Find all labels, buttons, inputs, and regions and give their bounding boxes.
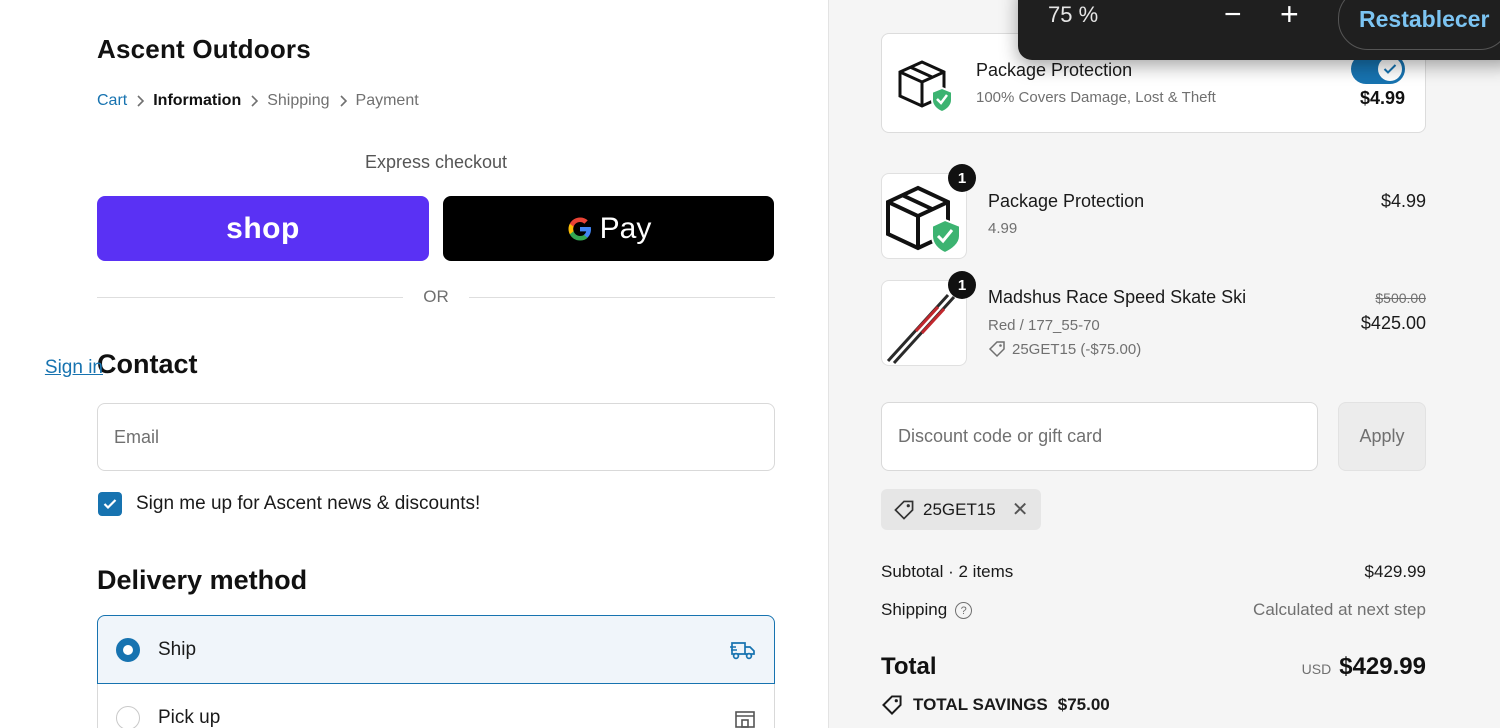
line-item-name: Madshus Race Speed Skate Ski	[988, 287, 1247, 307]
chevron-right-icon	[330, 95, 356, 107]
total-currency: USD	[1301, 661, 1332, 677]
checkmark-icon	[1383, 64, 1397, 74]
subtotal-row: Subtotal · 2 items $429.99	[881, 562, 1426, 582]
breadcrumb-information: Information	[153, 92, 242, 109]
zoom-level: 75 %	[1048, 2, 1099, 27]
help-icon[interactable]: ?	[955, 602, 973, 620]
checkmark-icon	[103, 499, 117, 510]
quantity-badge: 1	[948, 271, 976, 299]
total-label: Total	[881, 653, 937, 680]
line-item: 1 Madshus Race Speed Skate Ski Red / 177…	[881, 271, 1426, 368]
shipping-row: Shipping? Calculated at next step	[881, 600, 1426, 620]
line-item-name: Package Protection	[988, 191, 1145, 211]
subtotal-label: Subtotal · 2 items	[881, 562, 1014, 581]
tag-icon	[988, 341, 1005, 358]
email-field[interactable]	[97, 403, 775, 471]
breadcrumb: Cart Information Shipping Payment	[97, 92, 419, 110]
remove-discount-icon[interactable]: ✕	[1012, 497, 1029, 522]
subtotal-value: $429.99	[1364, 562, 1426, 581]
product-thumbnail: 1	[881, 271, 976, 366]
zoom-in-button[interactable]: +	[1280, 0, 1299, 33]
shop-pay-logo: shop	[226, 211, 300, 245]
line-item-original-price: $500.00	[1375, 290, 1426, 306]
shipping-label-wrap: Shipping?	[881, 600, 973, 620]
package-shield-icon	[892, 52, 956, 116]
applied-discount-chip: 25GET15 ✕	[881, 489, 1041, 530]
discount-code-input[interactable]	[881, 402, 1318, 471]
divider-line	[468, 296, 775, 298]
total-row: Total USD $429.99	[881, 653, 1426, 681]
divider-line	[97, 296, 404, 298]
order-summary-panel: Package Protection 100% Covers Damage, L…	[828, 0, 1500, 728]
pickup-label: Pick up	[158, 707, 221, 728]
total-amount: USD $429.99	[1302, 653, 1426, 681]
shop-pay-button[interactable]: shop	[97, 196, 429, 261]
newsletter-label: Sign me up for Ascent news & discounts!	[136, 493, 481, 514]
line-item: 1 Package Protection 4.99 $4.99	[881, 164, 1426, 261]
truck-icon	[730, 641, 755, 659]
chevron-right-icon	[241, 95, 267, 107]
newsletter-option[interactable]: Sign me up for Ascent news & discounts!	[98, 492, 480, 516]
delivery-option-pickup[interactable]: Pick up	[97, 684, 775, 728]
chevron-right-icon	[127, 95, 153, 107]
savings-value: $75.00	[1057, 695, 1110, 714]
tag-icon	[894, 500, 914, 520]
checkout-form-panel: Ascent Outdoors Cart Information Shippin…	[0, 0, 828, 728]
google-g-icon	[568, 217, 591, 240]
line-item-variant: Red / 177_55-70	[988, 317, 1100, 334]
google-pay-button[interactable]: Pay	[443, 196, 774, 261]
applied-discount-code: 25GET15	[923, 499, 996, 519]
tag-icon	[882, 695, 902, 715]
zoom-reset-button[interactable]: Restablecer	[1338, 0, 1500, 50]
delivery-option-ship[interactable]: Ship	[97, 615, 775, 684]
line-item-price: $425.00	[1360, 313, 1426, 333]
toggle-knob	[1378, 57, 1402, 81]
google-pay-label: Pay	[599, 211, 652, 245]
ship-label: Ship	[158, 638, 197, 660]
browser-zoom-popup: 75 % − + Restablecer	[1018, 0, 1500, 60]
savings-label: TOTAL SAVINGS	[913, 695, 1048, 714]
breadcrumb-payment: Payment	[355, 92, 419, 109]
or-label: OR	[423, 287, 449, 306]
line-item-variant: 4.99	[988, 220, 1018, 237]
quantity-badge: 1	[948, 164, 976, 192]
or-divider: OR	[97, 287, 775, 307]
protection-price: $4.99	[1359, 88, 1405, 108]
line-item-discount-text: 25GET15 (-$75.00)	[1012, 340, 1142, 358]
contact-heading: Contact	[97, 349, 198, 379]
store-icon	[735, 711, 755, 728]
delivery-heading: Delivery method	[97, 565, 308, 595]
shipping-label: Shipping	[881, 600, 948, 619]
product-thumbnail: 1	[881, 164, 976, 259]
line-item-price: $4.99	[1380, 191, 1426, 211]
sign-in-link[interactable]: Sign in	[45, 357, 103, 379]
protection-subtitle: 100% Covers Damage, Lost & Theft	[976, 89, 1216, 106]
shipping-value: Calculated at next step	[1253, 600, 1426, 619]
breadcrumb-shipping: Shipping	[267, 92, 330, 109]
total-savings: TOTAL SAVINGS $75.00	[881, 694, 1110, 716]
zoom-out-button[interactable]: −	[1224, 0, 1242, 32]
total-value: $429.99	[1339, 653, 1426, 680]
protection-title: Package Protection	[976, 60, 1133, 80]
store-name[interactable]: Ascent Outdoors	[97, 34, 311, 65]
ship-radio[interactable]	[116, 637, 140, 662]
newsletter-checkbox[interactable]	[98, 492, 122, 516]
breadcrumb-cart[interactable]: Cart	[97, 92, 127, 110]
line-item-discount: 25GET15 (-$75.00)	[988, 340, 1141, 358]
pickup-radio[interactable]	[116, 706, 140, 728]
apply-discount-button[interactable]: Apply	[1338, 402, 1426, 471]
express-checkout-label: Express checkout	[364, 152, 508, 172]
